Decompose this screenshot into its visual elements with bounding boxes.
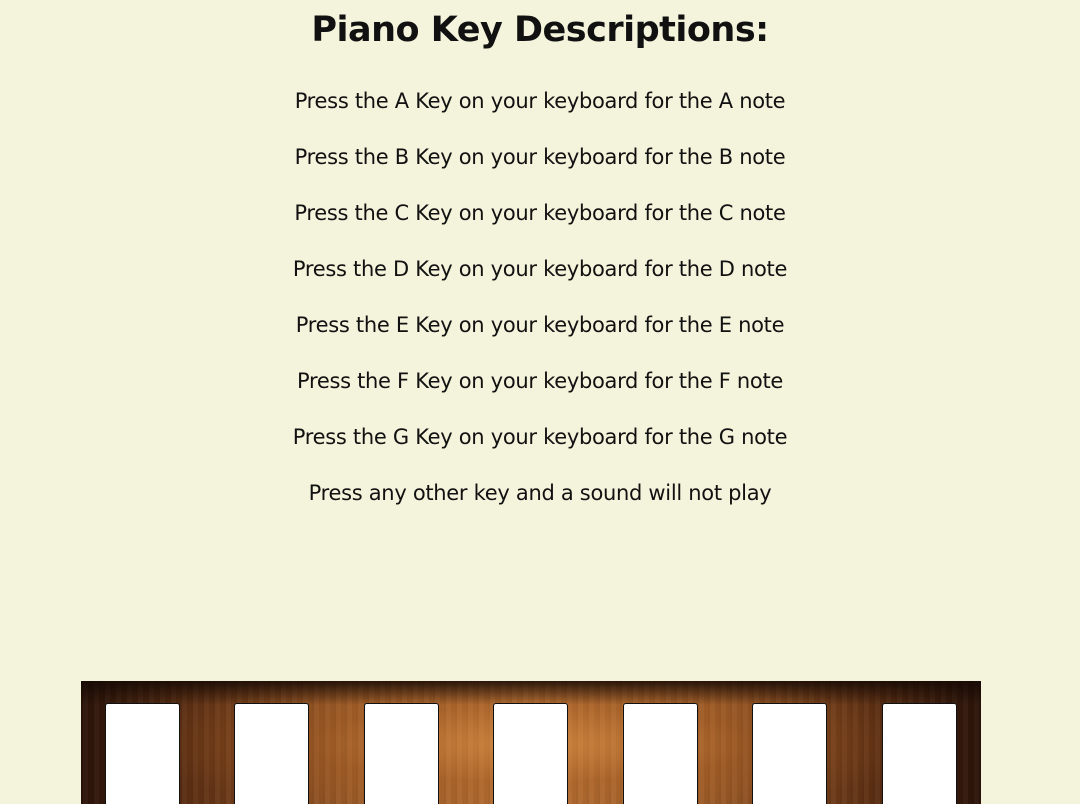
piano [81,681,981,804]
piano-key-d[interactable] [493,703,568,804]
page-title: Piano Key Descriptions: [311,10,769,50]
description-other: Press any other key and a sound will not… [308,481,772,505]
description-f: Press the F Key on your keyboard for the… [296,369,784,393]
description-c: Press the C Key on your keyboard for the… [294,201,786,225]
description-e: Press the E Key on your keyboard for the… [295,313,785,337]
description-d: Press the D Key on your keyboard for the… [292,257,788,281]
description-a: Press the A Key on your keyboard for the… [294,89,786,113]
piano-key-c[interactable] [364,703,439,804]
piano-key-g[interactable] [882,703,957,804]
piano-key-e[interactable] [623,703,698,804]
description-g: Press the G Key on your keyboard for the… [292,425,788,449]
page: Piano Key Descriptions: Press the A Key … [0,0,1080,804]
description-b: Press the B Key on your keyboard for the… [294,145,786,169]
piano-key-a[interactable] [105,703,180,804]
key-descriptions-list: Press the A Key on your keyboard for the… [0,86,1080,534]
piano-key-b[interactable] [234,703,309,804]
piano-key-f[interactable] [752,703,827,804]
